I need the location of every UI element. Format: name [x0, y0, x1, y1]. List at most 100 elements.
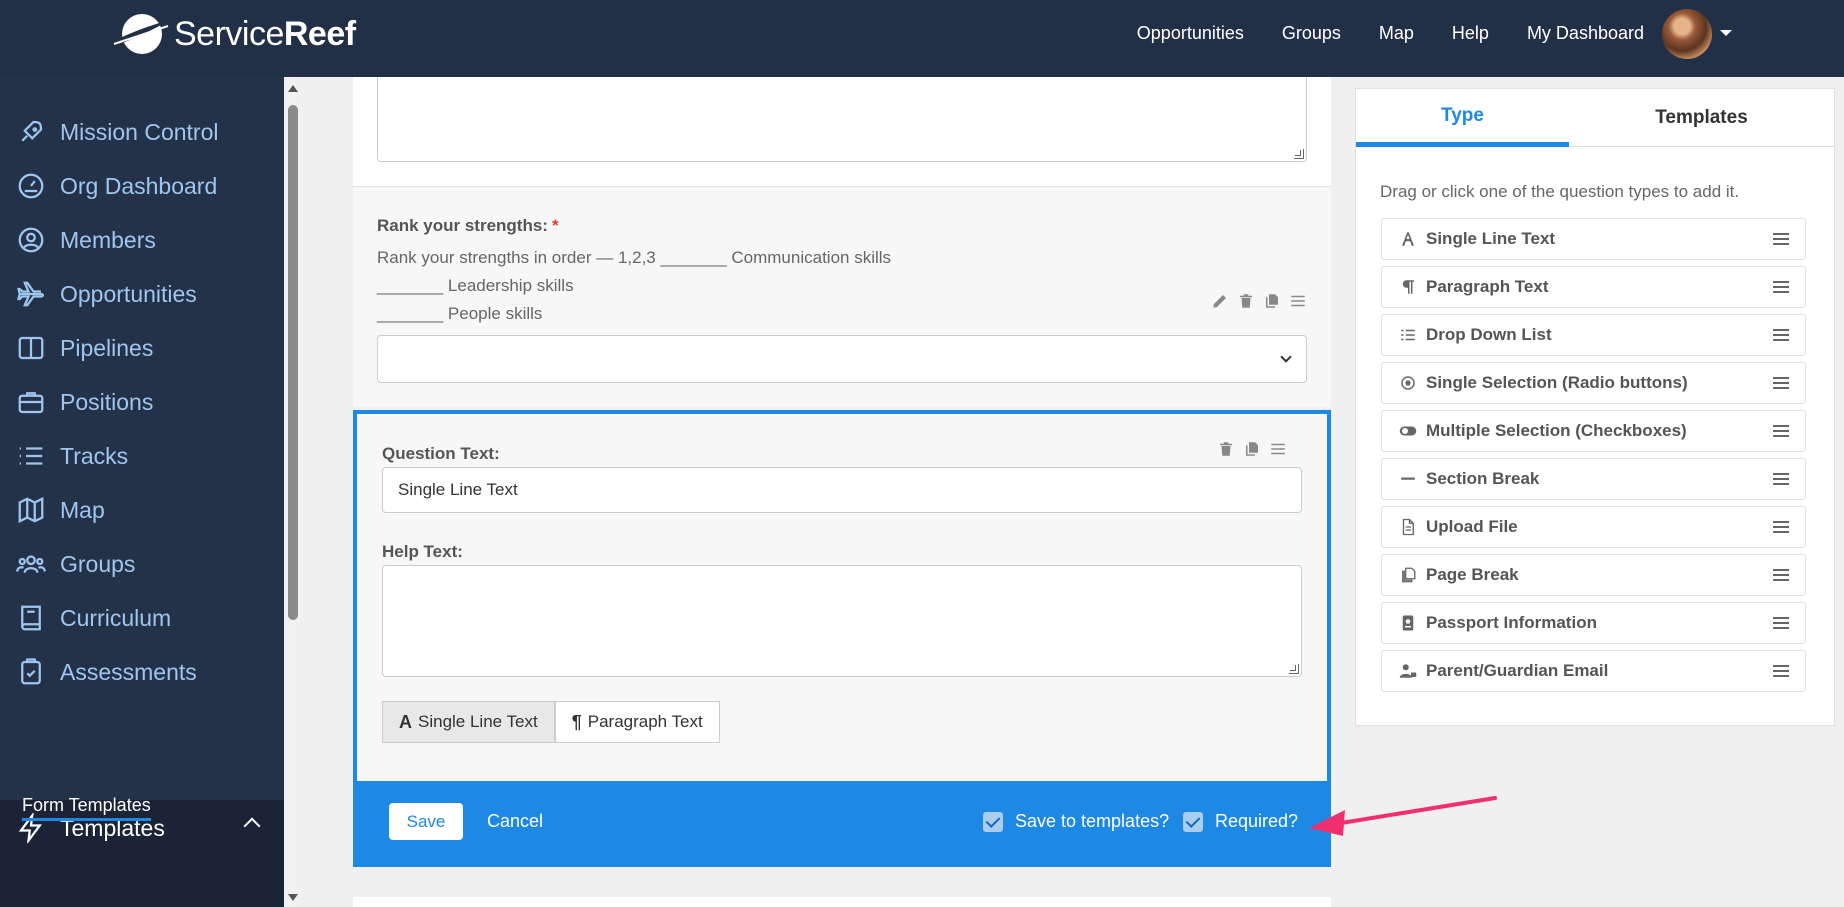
qtype-label: Drop Down List [1426, 325, 1552, 344]
sidebar-item-pipelines[interactable]: Pipelines [0, 320, 284, 376]
drag-handle-icon[interactable] [1773, 617, 1789, 629]
letter-a-icon: A [399, 711, 412, 732]
save-to-templates-checkbox[interactable]: Save to templates? [983, 811, 1169, 832]
topnav-groups[interactable]: Groups [1282, 23, 1341, 44]
save-button[interactable]: Save [389, 803, 463, 840]
sidebar-item-label: Assessments [60, 658, 197, 685]
book-icon [14, 601, 48, 635]
file-icon [1398, 517, 1418, 537]
form-builder: Rank your strengths: * Rank your strength… [353, 77, 1331, 907]
rank-select[interactable] [377, 335, 1307, 383]
checkbox-checked-icon[interactable] [983, 811, 1003, 832]
qtype-label: Upload File [1426, 517, 1518, 536]
resize-handle-icon[interactable] [1289, 664, 1299, 674]
checkbox-checked-icon[interactable] [1183, 811, 1203, 832]
sidebar-item-mission-control[interactable]: Mission Control [0, 104, 284, 160]
topnav-my-dashboard[interactable]: My Dashboard [1527, 23, 1644, 44]
sidebar-item-positions[interactable]: Positions [0, 374, 284, 430]
columns-icon [14, 331, 48, 365]
question-tools [1211, 292, 1307, 310]
qtype-upload-file[interactable]: Upload File [1381, 506, 1806, 548]
servicereef-logo[interactable]: ServiceReef [112, 6, 356, 62]
sidebar-item-tracks[interactable]: Tracks [0, 428, 284, 484]
sidebar-item-members[interactable]: Members [0, 212, 284, 268]
drag-handle-icon[interactable] [1773, 233, 1789, 245]
drag-handle-icon[interactable] [1773, 329, 1789, 341]
trash-icon[interactable] [1217, 440, 1235, 458]
scrollbar[interactable] [284, 77, 302, 907]
drag-handle-icon[interactable] [1269, 440, 1287, 458]
top-navbar: ServiceReef Opportunities Groups Map Hel… [0, 0, 1844, 77]
topnav-opportunities[interactable]: Opportunities [1137, 23, 1244, 44]
qtype-multiple-selection[interactable]: Multiple Selection (Checkboxes) [1381, 410, 1806, 452]
topnav-map[interactable]: Map [1379, 23, 1414, 44]
caret-down-icon[interactable] [1720, 30, 1732, 36]
drag-handle-icon[interactable] [1773, 281, 1789, 293]
sidebar-item-label: Mission Control [60, 118, 219, 145]
qtype-page-break[interactable]: Page Break [1381, 554, 1806, 596]
qtype-drop-down-list[interactable]: Drop Down List [1381, 314, 1806, 356]
drag-handle-icon[interactable] [1289, 292, 1307, 310]
qtype-single-selection[interactable]: Single Selection (Radio buttons) [1381, 362, 1806, 404]
sidebar-item-curriculum[interactable]: Curriculum [0, 590, 284, 646]
help-text-label: Help Text: [382, 542, 463, 561]
copy-icon[interactable] [1263, 292, 1281, 310]
question-card-previous [353, 77, 1331, 187]
question-help-line: _______ Leadership skills [377, 276, 574, 295]
drag-handle-icon[interactable] [1773, 425, 1789, 437]
pilcrow-icon: ¶ [571, 711, 582, 732]
chevron-down-icon [1280, 351, 1292, 363]
sidebar-item-label: Tracks [60, 442, 129, 469]
minus-icon [1398, 469, 1418, 489]
resize-handle-icon[interactable] [1294, 149, 1304, 159]
required-checkbox[interactable]: Required? [1183, 811, 1298, 832]
sidebar-subitem-form-templates[interactable]: Form Templates [22, 795, 151, 821]
drag-handle-icon[interactable] [1773, 521, 1789, 533]
drag-handle-icon[interactable] [1773, 569, 1789, 581]
sidebar-item-org-dashboard[interactable]: Org Dashboard [0, 158, 284, 214]
sidebar-item-groups[interactable]: Groups [0, 536, 284, 592]
previous-textarea[interactable] [377, 77, 1307, 162]
scroll-up-arrow-icon[interactable] [288, 85, 298, 92]
pencil-icon[interactable] [1211, 292, 1229, 310]
qtype-paragraph-text[interactable]: Paragraph Text [1381, 266, 1806, 308]
sidebar-item-map[interactable]: Map [0, 482, 284, 538]
qtype-passport-information[interactable]: Passport Information [1381, 602, 1806, 644]
qtype-label: Single Selection (Radio buttons) [1426, 373, 1688, 392]
trash-icon[interactable] [1237, 292, 1255, 310]
qtype-section-break[interactable]: Section Break [1381, 458, 1806, 500]
sidebar-item-assessments[interactable]: Assessments [0, 644, 284, 700]
list-icon [1398, 325, 1418, 345]
rocket-icon [14, 115, 48, 149]
question-text-input[interactable]: Single Line Text [382, 467, 1302, 513]
gauge-icon [14, 169, 48, 203]
qtype-label: Single Line Text [1426, 229, 1556, 248]
plane-icon [14, 277, 48, 311]
avatar[interactable] [1662, 9, 1712, 59]
cancel-button[interactable]: Cancel [487, 811, 543, 832]
type-single-line-button[interactable]: A Single Line Text [382, 701, 555, 743]
qtype-label: Parent/Guardian Email [1426, 661, 1609, 680]
sidebar-item-opportunities[interactable]: Opportunities [0, 266, 284, 322]
type-paragraph-button[interactable]: ¶ Paragraph Text [554, 701, 720, 743]
checkbox-label: Required? [1215, 811, 1299, 831]
map-icon [14, 493, 48, 527]
help-text-input[interactable] [382, 565, 1302, 677]
editor-footer: Save Cancel Save to templates? Required? [353, 781, 1331, 867]
tab-templates[interactable]: Templates [1569, 89, 1834, 147]
user-lock-icon [1398, 661, 1418, 681]
drag-handle-icon[interactable] [1773, 377, 1789, 389]
drag-handle-icon[interactable] [1773, 473, 1789, 485]
drag-handle-icon[interactable] [1773, 665, 1789, 677]
qtype-single-line-text[interactable]: Single Line Text [1381, 218, 1806, 260]
required-asterisk: * [551, 216, 559, 235]
top-nav: Opportunities Groups Map Help My Dashboa… [1137, 0, 1644, 66]
toggle-icon [1398, 421, 1418, 441]
tab-type[interactable]: Type [1356, 89, 1569, 147]
scroll-down-arrow-icon[interactable] [288, 894, 298, 901]
sidebar-item-label: Map [60, 496, 105, 523]
scroll-thumb[interactable] [288, 105, 298, 620]
qtype-parent-guardian-email[interactable]: Parent/Guardian Email [1381, 650, 1806, 692]
copy-icon[interactable] [1243, 440, 1261, 458]
topnav-help[interactable]: Help [1452, 23, 1489, 44]
